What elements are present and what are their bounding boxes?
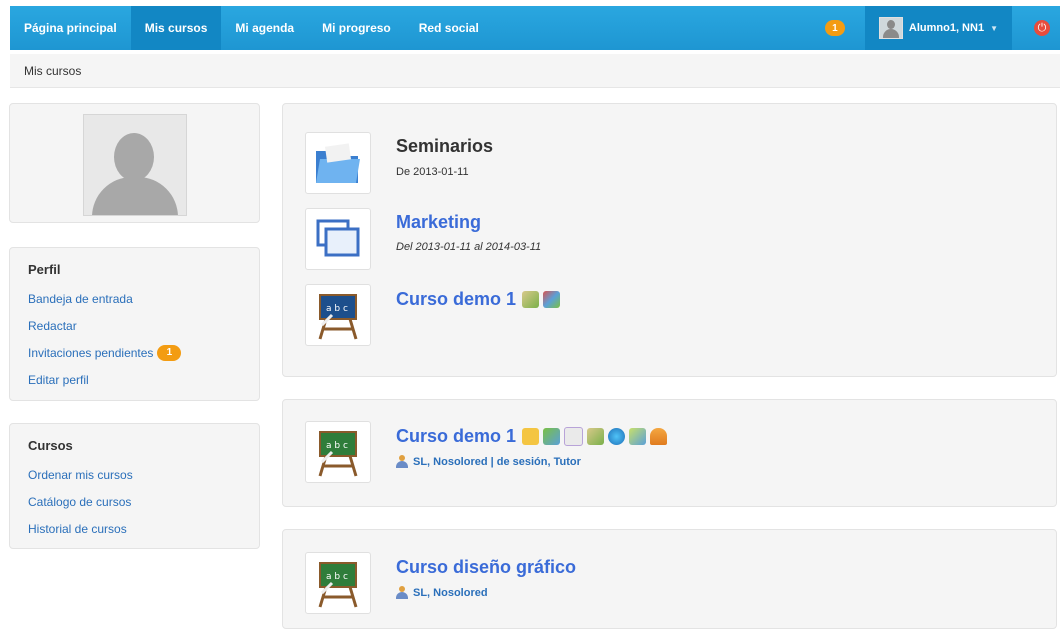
nav-agenda[interactable]: Mi agenda xyxy=(221,6,308,50)
nav-my-courses[interactable]: Mis cursos xyxy=(130,6,222,50)
globe-icon[interactable] xyxy=(608,428,626,445)
session-dates: Del 2013-01-11 al 2014-03-11 xyxy=(396,241,542,253)
course-panel-2: a b c Curso diseño gráfico SL, Nosolored xyxy=(282,529,1057,629)
category-folder-icon xyxy=(305,132,371,194)
pending-invitations-link[interactable]: Invitaciones pendientes 1 xyxy=(28,339,241,366)
chalkboard-icon: a b c xyxy=(305,284,371,346)
category-date: De 2013-01-11 xyxy=(396,166,469,178)
document-icon[interactable] xyxy=(564,427,584,446)
chevron-down-icon: ▼ xyxy=(990,23,998,33)
course-history-link[interactable]: Historial de cursos xyxy=(28,515,241,542)
session-panel: Seminarios De 2013-01-11 Marketing Del 2… xyxy=(282,103,1057,377)
user-icon xyxy=(396,455,408,468)
category-title: Seminarios xyxy=(396,136,494,156)
user-name: Alumno1, NN1 xyxy=(908,22,985,34)
course-catalog-link[interactable]: Catálogo de cursos xyxy=(28,488,241,515)
profile-title: Perfil xyxy=(28,262,61,277)
courses-menu-panel: Cursos Ordenar mis cursos Catálogo de cu… xyxy=(9,423,260,549)
svg-text:a b c: a b c xyxy=(326,572,348,582)
profile-panel: Perfil Bandeja de entrada Redactar Invit… xyxy=(9,247,260,401)
nav-right: 1 Alumno1, NN1 ▼ ⏻ xyxy=(824,6,1060,50)
pending-invitations-label: Invitaciones pendientes xyxy=(28,345,154,360)
course-1-teacher-text: SL, Nosolored | de sesión, Tutor xyxy=(413,455,581,468)
course-2-teacher: SL, Nosolored xyxy=(396,586,488,599)
sort-courses-link[interactable]: Ordenar mis cursos xyxy=(28,461,241,488)
nav-social[interactable]: Red social xyxy=(405,6,493,50)
users-icon[interactable] xyxy=(543,428,561,445)
notifications-badge[interactable]: 1 xyxy=(824,20,845,36)
course-2-title: Curso diseño gráfico xyxy=(396,557,577,577)
svg-text:a b c: a b c xyxy=(326,441,348,451)
chalkboard-icon: a b c xyxy=(305,552,371,614)
course-2-title-link[interactable]: Curso diseño gráfico xyxy=(396,557,576,578)
nav-home[interactable]: Página principal xyxy=(10,6,131,50)
pending-count-badge: 1 xyxy=(157,344,182,361)
session-course-title: Curso demo 1 xyxy=(396,289,517,309)
user-menu[interactable]: Alumno1, NN1 ▼ xyxy=(864,6,1012,50)
course-panel-1: a b c Curso demo 1 SL, Nosolored | de se… xyxy=(282,399,1057,507)
course-1-title: Curso demo 1 xyxy=(396,426,517,446)
notebook-icon xyxy=(522,291,540,308)
session-title-link[interactable]: Marketing xyxy=(396,212,481,233)
notebook-icon[interactable] xyxy=(587,428,605,445)
course-1-title-link[interactable]: Curso demo 1 xyxy=(396,426,668,447)
breadcrumb-current: Mis cursos xyxy=(24,63,82,78)
svg-text:a b c: a b c xyxy=(326,304,348,314)
profile-avatar[interactable] xyxy=(83,114,187,216)
session-course-title-link[interactable]: Curso demo 1 xyxy=(396,289,561,310)
user-icon xyxy=(396,586,408,599)
tag-icon[interactable] xyxy=(629,428,647,445)
folder-icon[interactable] xyxy=(522,428,540,445)
nav-progress[interactable]: Mi progreso xyxy=(308,6,405,50)
compose-link[interactable]: Redactar xyxy=(28,312,241,339)
course-1-teacher: SL, Nosolored | de sesión, Tutor xyxy=(396,455,581,468)
course-2-teacher-text: SL, Nosolored xyxy=(413,586,488,599)
power-icon[interactable]: ⏻ xyxy=(1034,20,1050,36)
bell-icon[interactable] xyxy=(650,428,668,445)
inbox-link[interactable]: Bandeja de entrada xyxy=(28,285,241,312)
courses-menu-title: Cursos xyxy=(28,438,73,453)
session-window-icon xyxy=(305,208,371,270)
breadcrumb: Mis cursos xyxy=(10,54,1060,88)
user-avatar-icon xyxy=(878,17,903,39)
edit-profile-link[interactable]: Editar perfil xyxy=(28,366,241,393)
top-navbar: Página principal Mis cursos Mi agenda Mi… xyxy=(10,6,1060,50)
books-icon xyxy=(543,291,561,308)
chalkboard-icon: a b c xyxy=(305,421,371,483)
avatar-panel xyxy=(9,103,260,223)
